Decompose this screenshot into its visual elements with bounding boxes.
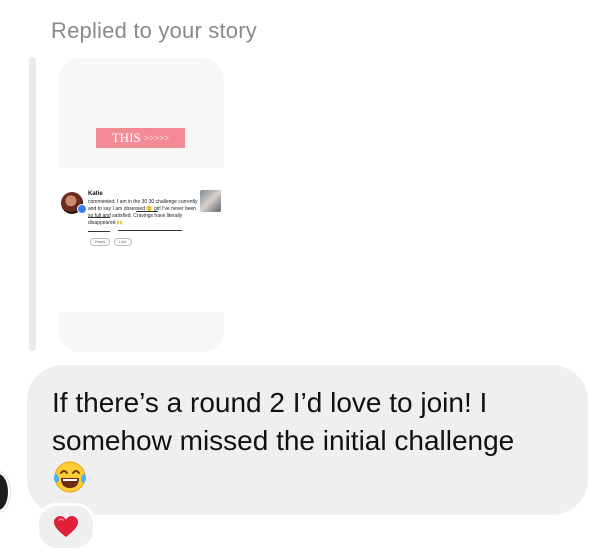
story-content-area <box>58 168 224 312</box>
story-banner: THIS >>>>> <box>96 128 185 148</box>
comment-author: Katie <box>88 191 103 197</box>
comment-reply-pill: Reply <box>90 238 111 246</box>
dm-thread: Replied to your story THIS >>>>> Katie c… <box>0 0 600 556</box>
underline-scribble <box>88 217 110 218</box>
comment-like-pill: Like <box>114 238 132 246</box>
story-reply-header: Replied to your story <box>51 18 257 43</box>
comment-actions: Reply Like <box>90 238 132 246</box>
story-banner-text: THIS <box>111 130 141 145</box>
story-banner-arrows: >>>>> <box>143 133 170 143</box>
comment-thumbnail <box>200 190 221 212</box>
sender-avatar[interactable] <box>0 472 10 512</box>
underline-scribble <box>88 231 110 232</box>
story-preview[interactable]: THIS >>>>> Katie commented: I am in the … <box>58 58 224 352</box>
face-with-tears-of-joy-icon <box>53 461 87 493</box>
message-text: If there’s a round 2 I’d love to join! I… <box>52 387 515 456</box>
red-heart-icon <box>54 516 78 537</box>
comment-text: commented: I am in the 30 30 challenge c… <box>88 199 198 226</box>
quote-bar <box>29 57 36 351</box>
arrow-scribble <box>118 230 182 231</box>
reaction-chip[interactable] <box>36 503 96 551</box>
underline-scribble <box>136 211 158 212</box>
verified-badge-icon <box>77 204 87 214</box>
